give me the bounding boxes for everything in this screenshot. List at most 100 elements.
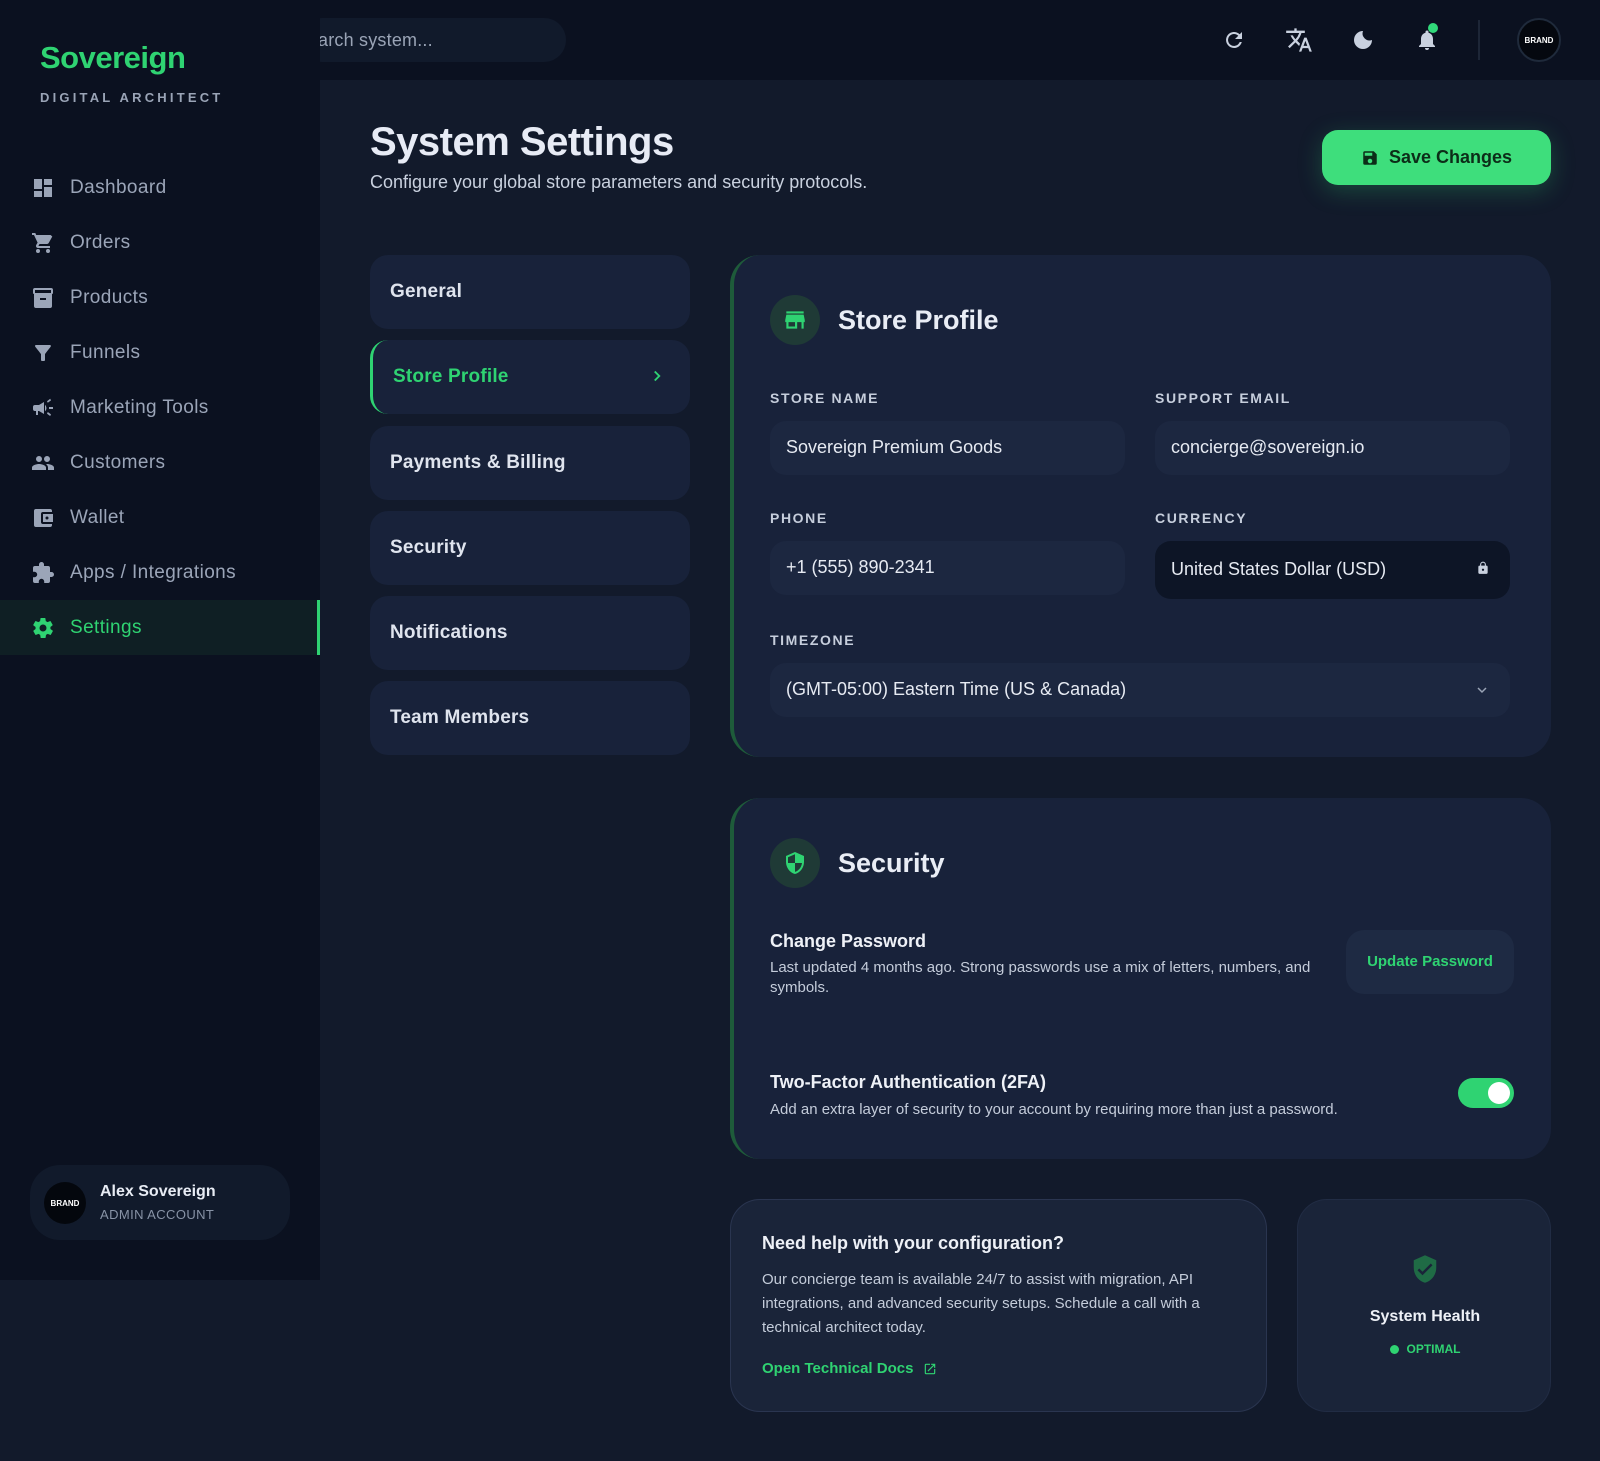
verified-shield-icon: [1413, 1255, 1437, 1283]
store-profile-panel: Store Profile STORE NAME Sovereign Premi…: [730, 255, 1551, 757]
translate-icon[interactable]: [1283, 24, 1315, 56]
status-label: OPTIMAL: [1406, 1342, 1461, 1356]
sidebar-item-orders[interactable]: Orders: [0, 215, 320, 270]
gear-icon: [33, 617, 53, 638]
tab-label: Payments & Billing: [390, 452, 566, 473]
wallet-icon: [34, 509, 53, 527]
sidebar-item-label: Settings: [70, 617, 142, 638]
shield-icon: [770, 838, 820, 888]
two-factor-title: Two-Factor Authentication (2FA): [770, 1072, 1046, 1092]
sidebar-item-label: Customers: [70, 452, 166, 473]
tab-label: Notifications: [390, 622, 508, 643]
lock-icon: [1478, 561, 1488, 574]
tab-notifications[interactable]: Notifications: [370, 596, 690, 670]
sidebar: Sovereign DIGITAL ARCHITECT Dashboard Or…: [0, 0, 320, 1280]
status-badge: OPTIMAL: [1298, 1342, 1552, 1356]
avatar[interactable]: BRAND: [1517, 18, 1561, 62]
link-label: Open Technical Docs: [762, 1360, 914, 1377]
cart-icon: [32, 233, 53, 253]
divider: [1478, 20, 1480, 60]
field-value: +1 (555) 890-2341: [786, 557, 935, 577]
field-value: concierge@sovereign.io: [1171, 437, 1365, 457]
page-subtitle: Configure your global store parameters a…: [370, 172, 868, 192]
sidebar-item-customers[interactable]: Customers: [0, 435, 320, 490]
tab-label: Team Members: [390, 707, 530, 728]
field-label: STORE NAME: [770, 390, 880, 406]
tab-general[interactable]: General: [370, 255, 690, 329]
sidebar-item-dashboard[interactable]: Dashboard: [0, 160, 320, 215]
security-panel: Security Change Password Last updated 4 …: [730, 798, 1551, 1159]
sidebar-item-label: Orders: [70, 232, 131, 253]
users-icon: [32, 456, 54, 470]
field-value: United States Dollar (USD): [1171, 559, 1387, 579]
change-password-title: Change Password: [770, 931, 927, 951]
field-value: Sovereign Premium Goods: [786, 437, 1003, 457]
brand-logo[interactable]: Sovereign: [40, 40, 186, 76]
refresh-icon[interactable]: [1218, 24, 1250, 56]
sidebar-item-settings[interactable]: Settings: [0, 600, 320, 655]
tab-security[interactable]: Security: [370, 511, 690, 585]
sidebar-item-funnels[interactable]: Funnels: [0, 325, 320, 380]
user-role: ADMIN ACCOUNT: [100, 1207, 215, 1222]
sidebar-item-label: Dashboard: [70, 177, 167, 198]
save-button-label: Save Changes: [1388, 147, 1513, 167]
external-link-icon: [925, 1363, 936, 1374]
user-card[interactable]: BRAND Alex Sovereign ADMIN ACCOUNT: [30, 1165, 290, 1240]
panel-title: Store Profile: [838, 305, 999, 335]
avatar: BRAND: [44, 1182, 86, 1224]
toggle-knob: [1488, 1082, 1510, 1104]
store-name-field[interactable]: Sovereign Premium Goods: [770, 421, 1125, 475]
megaphone-icon: [33, 398, 53, 416]
tab-team-members[interactable]: Team Members: [370, 681, 690, 755]
tab-payments-billing[interactable]: Payments & Billing: [370, 426, 690, 500]
phone-field[interactable]: +1 (555) 890-2341: [770, 541, 1125, 595]
support-email-field[interactable]: concierge@sovereign.io: [1155, 421, 1510, 475]
sidebar-item-label: Funnels: [70, 342, 141, 363]
search-input[interactable]: arch system...: [300, 18, 566, 62]
sidebar-item-label: Wallet: [70, 507, 125, 528]
sidebar-item-label: Products: [70, 287, 149, 308]
status-dot: [1389, 1344, 1399, 1354]
save-button[interactable]: Save Changes: [1322, 130, 1551, 185]
sidebar-item-wallet[interactable]: Wallet: [0, 490, 320, 545]
field-label: TIMEZONE: [770, 632, 856, 648]
sidebar-item-label: Marketing Tools: [70, 397, 209, 418]
currency-field: United States Dollar (USD): [1155, 541, 1510, 599]
user-name: Alex Sovereign: [100, 1183, 216, 1200]
tab-label: Security: [390, 537, 467, 558]
technical-docs-link[interactable]: Open Technical Docs: [762, 1360, 937, 1377]
system-health-card: System Health OPTIMAL: [1297, 1199, 1551, 1412]
sidebar-item-label: Apps / Integrations: [70, 562, 237, 583]
field-value: (GMT-05:00) Eastern Time (US & Canada): [786, 679, 1127, 699]
funnel-icon: [35, 345, 51, 361]
sidebar-item-apps-integrations[interactable]: Apps / Integrations: [0, 545, 320, 600]
puzzle-icon: [33, 562, 54, 583]
tab-label: General: [390, 281, 463, 302]
update-password-button[interactable]: Update Password: [1346, 930, 1514, 994]
timezone-select[interactable]: (GMT-05:00) Eastern Time (US & Canada): [770, 663, 1510, 717]
field-label: PHONE: [770, 510, 828, 526]
brand-tagline: DIGITAL ARCHITECT: [40, 90, 224, 105]
two-factor-toggle[interactable]: [1458, 1078, 1514, 1108]
sidebar-item-products[interactable]: Products: [0, 270, 320, 325]
panel-title: Security: [838, 848, 945, 878]
change-password-description: Last updated 4 months ago. Strong passwo…: [770, 959, 1311, 996]
help-text: Our concierge team is available 24/7 to …: [762, 1271, 1200, 1336]
sidebar-item-marketing-tools[interactable]: Marketing Tools: [0, 380, 320, 435]
bell-icon[interactable]: [1411, 24, 1443, 56]
page-title: System Settings: [370, 120, 674, 164]
dark-mode-icon[interactable]: [1347, 24, 1379, 56]
field-label: SUPPORT EMAIL: [1155, 390, 1291, 406]
dashboard-icon: [34, 179, 52, 197]
chevron-down-icon: [1477, 687, 1487, 694]
tab-store-profile[interactable]: Store Profile: [370, 340, 690, 414]
tab-label: Store Profile: [393, 366, 509, 387]
two-factor-description: Add an extra layer of security to your a…: [770, 1101, 1338, 1118]
chevron-right-icon: [654, 370, 661, 382]
field-label: CURRENCY: [1155, 510, 1248, 526]
system-health-title: System Health: [1369, 1308, 1481, 1325]
save-icon: [1363, 150, 1377, 165]
archive-icon: [33, 288, 53, 308]
store-icon: [770, 295, 820, 345]
help-title: Need help with your configuration?: [762, 1233, 1065, 1253]
